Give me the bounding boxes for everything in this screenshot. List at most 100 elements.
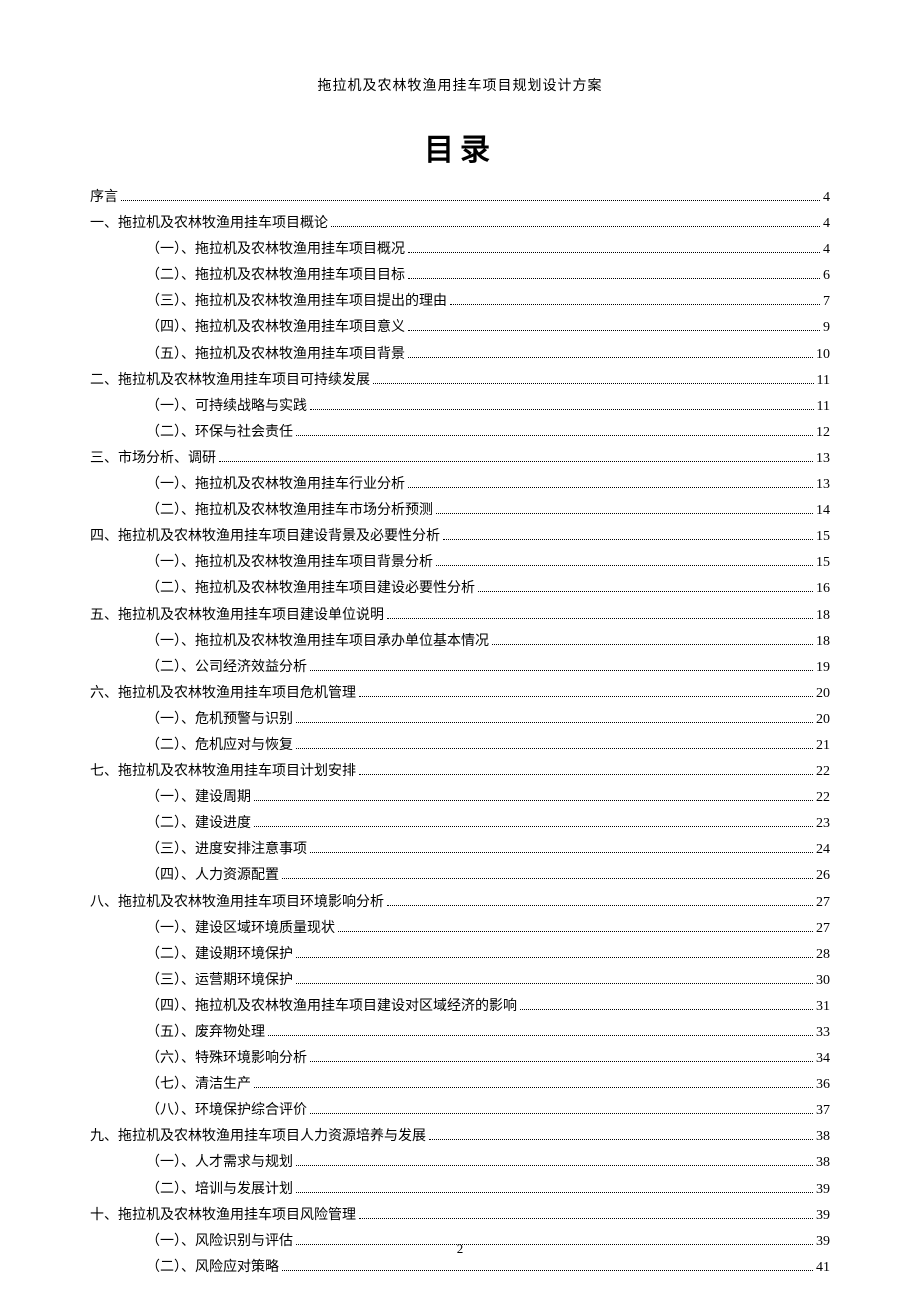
toc-entry-page: 23 (816, 817, 830, 831)
toc-entry-page: 39 (816, 1183, 830, 1197)
toc-entry-label: 九、拖拉机及农林牧渔用挂车项目人力资源培养与发展 (90, 1130, 426, 1144)
toc-entry-page: 11 (817, 400, 830, 414)
toc-leader-dots (450, 304, 820, 305)
toc-leader-dots (492, 644, 813, 645)
toc-entry-label: （二）、危机应对与恢复 (146, 739, 293, 753)
toc-entry[interactable]: （一）、拖拉机及农林牧渔用挂车项目背景分析15 (90, 556, 830, 570)
toc-entry-label: （一）、拖拉机及农林牧渔用挂车项目背景分析 (146, 556, 433, 570)
toc-entry[interactable]: （二）、风险应对策略 41 (90, 1261, 830, 1275)
toc-entry[interactable]: （三）、进度安排注意事项24 (90, 843, 830, 857)
toc-leader-dots (310, 852, 813, 853)
toc-entry[interactable]: （一）、拖拉机及农林牧渔用挂车行业分析13 (90, 478, 830, 492)
toc-entry-page: 14 (816, 504, 830, 518)
toc-entry-page: 12 (816, 426, 830, 440)
toc-leader-dots (296, 957, 813, 958)
toc-leader-dots (282, 1270, 813, 1271)
toc-entry-page: 20 (816, 713, 830, 727)
toc-entry-label: （二）、风险应对策略 (146, 1261, 279, 1275)
toc-entry-page: 13 (816, 452, 830, 466)
toc-entry-page: 22 (816, 765, 830, 779)
toc-entry-page: 18 (816, 609, 830, 623)
toc-entry[interactable]: （七）、清洁生产36 (90, 1078, 830, 1092)
toc-entry[interactable]: 七、拖拉机及农林牧渔用挂车项目计划安排22 (90, 765, 830, 779)
toc-entry-label: （四）、人力资源配置 (146, 869, 279, 883)
toc-entry-page: 11 (817, 374, 830, 388)
toc-entry-page: 22 (816, 791, 830, 805)
toc-entry[interactable]: （二）、建设期环境保护28 (90, 948, 830, 962)
toc-leader-dots (359, 696, 813, 697)
toc-entry-page: 10 (816, 348, 830, 362)
toc-entry-page: 33 (816, 1026, 830, 1040)
toc-entry[interactable]: （五）、拖拉机及农林牧渔用挂车项目背景 10 (90, 348, 830, 362)
toc-entry[interactable]: （二）、建设进度 23 (90, 817, 830, 831)
toc-entry-label: 二、拖拉机及农林牧渔用挂车项目可持续发展 (90, 374, 370, 388)
toc-entry[interactable]: 十、拖拉机及农林牧渔用挂车项目风险管理39 (90, 1209, 830, 1223)
toc-leader-dots (443, 539, 813, 540)
toc-entry[interactable]: 四、拖拉机及农林牧渔用挂车项目建设背景及必要性分析15 (90, 530, 830, 544)
toc-entry-label: （二）、公司经济效益分析 (146, 661, 307, 675)
toc-entry-page: 21 (816, 739, 830, 753)
toc-entry[interactable]: （二）、危机应对与恢复 21 (90, 739, 830, 753)
toc-entry[interactable]: （二）、公司经济效益分析 19 (90, 661, 830, 675)
toc-entry[interactable]: （二）、拖拉机及农林牧渔用挂车市场分析预测14 (90, 504, 830, 518)
toc-leader-dots (121, 200, 820, 201)
toc-entry[interactable]: （四）、拖拉机及农林牧渔用挂车项目意义9 (90, 321, 830, 335)
toc-entry-label: （二）、培训与发展计划 (146, 1183, 293, 1197)
toc-entry[interactable]: 序言4 (90, 191, 830, 205)
toc-entry[interactable]: （一）、建设区域环境质量现状 27 (90, 922, 830, 936)
toc-leader-dots (310, 1061, 813, 1062)
toc-entry[interactable]: （二）、环保与社会责任 12 (90, 426, 830, 440)
toc-entry[interactable]: （二）、拖拉机及农林牧渔用挂车项目建设必要性分析16 (90, 582, 830, 596)
toc-entry-page: 39 (816, 1209, 830, 1223)
toc-entry-label: （二）、建设进度 (146, 817, 251, 831)
toc-entry[interactable]: （一）、建设周期22 (90, 791, 830, 805)
toc-entry-label: （四）、拖拉机及农林牧渔用挂车项目建设对区域经济的影响 (146, 1000, 517, 1014)
toc-entry[interactable]: （二）、拖拉机及农林牧渔用挂车项目目标6 (90, 269, 830, 283)
toc-entry-label: （一）、建设区域环境质量现状 (146, 922, 335, 936)
toc-entry[interactable]: （三）、运营期环境保护30 (90, 974, 830, 988)
toc-entry[interactable]: （八）、环境保护综合评价37 (90, 1104, 830, 1118)
toc-entry[interactable]: 八、拖拉机及农林牧渔用挂车项目环境影响分析27 (90, 896, 830, 910)
toc-leader-dots (254, 800, 813, 801)
toc-entry-label: 六、拖拉机及农林牧渔用挂车项目危机管理 (90, 687, 356, 701)
toc-entry-label: （三）、运营期环境保护 (146, 974, 293, 988)
toc-entry[interactable]: （一）、人才需求与规划 38 (90, 1156, 830, 1170)
toc-entry[interactable]: 六、拖拉机及农林牧渔用挂车项目危机管理 20 (90, 687, 830, 701)
toc-entry-page: 27 (816, 922, 830, 936)
toc-entry[interactable]: （一）、拖拉机及农林牧渔用挂车项目概况4 (90, 243, 830, 257)
toc-entry[interactable]: 二、拖拉机及农林牧渔用挂车项目可持续发展 11 (90, 374, 830, 388)
toc-leader-dots (296, 1165, 813, 1166)
toc-entry[interactable]: （一）、危机预警与识别20 (90, 713, 830, 727)
toc-entry[interactable]: （四）、拖拉机及农林牧渔用挂车项目建设对区域经济的影响31 (90, 1000, 830, 1014)
toc-entry-label: （一）、可持续战略与实践 (146, 400, 307, 414)
toc-entry[interactable]: （六）、特殊环境影响分析34 (90, 1052, 830, 1066)
toc-entry[interactable]: （三）、拖拉机及农林牧渔用挂车项目提出的理由7 (90, 295, 830, 309)
toc-entry-label: （二）、环保与社会责任 (146, 426, 293, 440)
toc-leader-dots (373, 383, 814, 384)
toc-leader-dots (408, 330, 820, 331)
toc-leader-dots (408, 357, 813, 358)
document-header-title: 拖拉机及农林牧渔用挂车项目规划设计方案 (90, 75, 830, 95)
toc-leader-dots (282, 878, 813, 879)
toc-entry[interactable]: （一）、可持续战略与实践 11 (90, 400, 830, 414)
toc-entry-label: （一）、拖拉机及农林牧渔用挂车项目承办单位基本情况 (146, 635, 489, 649)
toc-leader-dots (296, 1192, 813, 1193)
toc-entry[interactable]: 五、拖拉机及农林牧渔用挂车项目建设单位说明18 (90, 609, 830, 623)
toc-leader-dots (359, 774, 813, 775)
toc-entry-label: （一）、人才需求与规划 (146, 1156, 293, 1170)
toc-entry-page: 41 (816, 1261, 830, 1275)
toc-entry-page: 20 (816, 687, 830, 701)
toc-entry[interactable]: 一、拖拉机及农林牧渔用挂车项目概论4 (90, 217, 830, 231)
toc-entry-page: 38 (816, 1130, 830, 1144)
toc-entry-page: 38 (816, 1156, 830, 1170)
toc-entry[interactable]: 三、市场分析、调研13 (90, 452, 830, 466)
toc-entry[interactable]: （二）、培训与发展计划 39 (90, 1183, 830, 1197)
toc-entry[interactable]: （五）、废弃物处理33 (90, 1026, 830, 1040)
toc-entry-label: （五）、拖拉机及农林牧渔用挂车项目背景 (146, 348, 405, 362)
toc-entry-page: 36 (816, 1078, 830, 1092)
toc-entry[interactable]: （四）、人力资源配置26 (90, 869, 830, 883)
toc-entry[interactable]: （一）、拖拉机及农林牧渔用挂车项目承办单位基本情况18 (90, 635, 830, 649)
toc-entry-page: 34 (816, 1052, 830, 1066)
toc-entry-page: 19 (816, 661, 830, 675)
toc-entry[interactable]: 九、拖拉机及农林牧渔用挂车项目人力资源培养与发展 38 (90, 1130, 830, 1144)
